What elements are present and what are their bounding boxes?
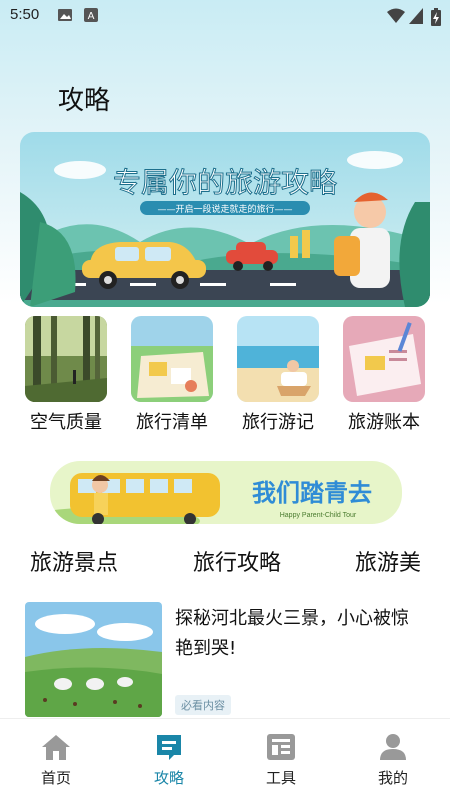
home-icon — [42, 735, 70, 760]
svg-text:A: A — [88, 11, 95, 22]
grassland-thumbnail — [25, 602, 162, 717]
user-icon — [380, 734, 406, 760]
category-travel-checklist[interactable]: 旅行清单 — [131, 316, 213, 434]
cellular-signal-icon — [409, 8, 423, 24]
banner-illustration: 专属你的旅游攻略 ——开启一段说走就走的旅行—— — [20, 132, 430, 307]
category-air-quality[interactable]: 空气质量 — [25, 316, 107, 434]
nav-label: 工具 — [265, 769, 296, 787]
wifi-icon — [387, 8, 405, 23]
article-title: 探秘河北最火三景，小心被惊艳到哭! — [175, 608, 409, 659]
category-row: 空气质量 旅行清单 旅行游记 旅游账本 — [0, 316, 450, 436]
nav-profile[interactable]: 我的 — [353, 733, 433, 788]
tab-scenic-spots[interactable]: 旅游景点 — [30, 545, 118, 577]
battery-charging-icon — [431, 8, 441, 26]
category-label: 空气质量 — [30, 412, 102, 433]
tools-icon — [267, 734, 295, 760]
tab-travel-more[interactable]: 旅游美 — [355, 545, 421, 577]
nav-home[interactable]: 首页 — [16, 733, 96, 788]
nav-label: 攻略 — [153, 769, 184, 787]
notebook-thumbnail — [343, 316, 425, 402]
category-label: 旅行清单 — [136, 412, 208, 433]
content-tabs: 旅游景点 旅行攻略 旅游美 — [0, 545, 450, 581]
picnic-thumbnail — [131, 316, 213, 402]
page-title: 攻略 — [58, 86, 111, 116]
image-notification-icon — [58, 9, 72, 21]
status-bar: 5:50 A — [0, 0, 450, 32]
promo-subtitle: Happy Parent-Child Tour — [280, 512, 357, 519]
promo-illustration: 我们踏青去 Happy Parent-Child Tour — [50, 461, 402, 524]
forest-thumbnail — [25, 316, 107, 402]
nav-tools[interactable]: 工具 — [241, 733, 321, 788]
nav-label: 我的 — [377, 769, 408, 787]
banner-title: 专属你的旅游攻略 — [113, 166, 337, 199]
font-notification-icon: A — [84, 8, 98, 22]
beach-thumbnail — [237, 316, 319, 402]
guide-icon — [157, 735, 181, 760]
status-time: 5:50 — [10, 6, 40, 23]
promo-title: 我们踏青去 — [252, 479, 372, 507]
bottom-nav: 首页 攻略 工具 我的 — [0, 718, 450, 800]
article-card[interactable]: 探秘河北最火三景，小心被惊艳到哭! 必看内容 — [25, 602, 425, 717]
tab-travel-guides[interactable]: 旅行攻略 — [193, 545, 281, 577]
category-label: 旅行游记 — [242, 412, 314, 433]
category-travel-journal[interactable]: 旅行游记 — [237, 316, 319, 434]
category-label: 旅游账本 — [348, 412, 420, 433]
spring-outing-promo[interactable]: 我们踏青去 Happy Parent-Child Tour — [50, 461, 402, 524]
nav-label: 首页 — [40, 769, 71, 787]
category-travel-ledger[interactable]: 旅游账本 — [343, 316, 425, 434]
nav-guide[interactable]: 攻略 — [129, 733, 209, 788]
travel-guide-banner[interactable]: 专属你的旅游攻略 ——开启一段说走就走的旅行—— — [20, 132, 430, 307]
banner-subtitle: ——开启一段说走就走的旅行—— — [157, 203, 292, 215]
article-tag: 必看内容 — [175, 695, 231, 715]
